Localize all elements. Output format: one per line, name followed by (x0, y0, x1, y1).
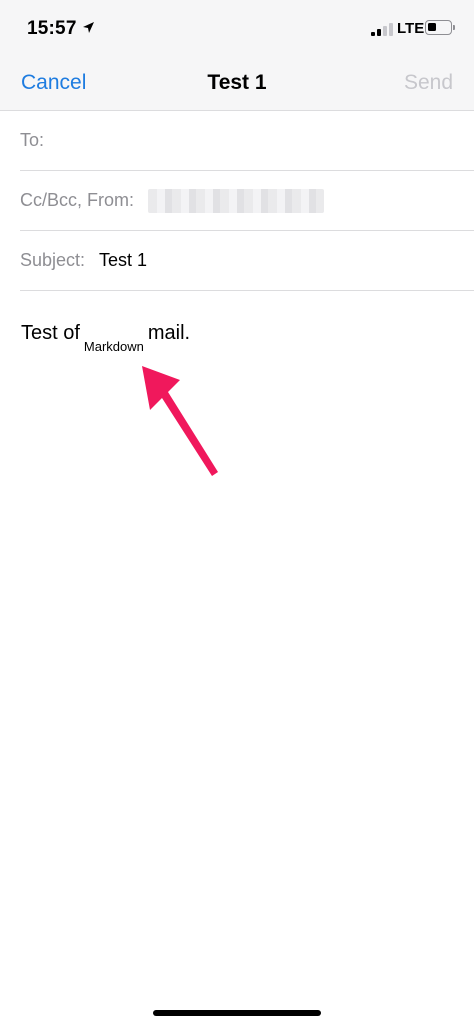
send-button[interactable]: Send (404, 71, 453, 95)
to-label: To: (20, 130, 45, 150)
message-body[interactable]: Test ofMarkdownmail. (21, 322, 190, 354)
location-arrow-icon (83, 22, 94, 33)
page-title: Test 1 (207, 71, 267, 94)
body-prefix: Test of (21, 322, 80, 344)
body-suffix: mail. (147, 322, 191, 344)
battery-icon (425, 20, 452, 35)
annotation-arrow-icon (142, 366, 218, 476)
home-indicator[interactable] (153, 1010, 321, 1016)
ccbcc-from-field[interactable]: Cc/Bcc, From: (20, 171, 474, 231)
to-field[interactable]: To: (20, 111, 474, 171)
body-subscript: Markdown (83, 339, 144, 354)
subject-field[interactable]: Subject: Test 1 (20, 231, 474, 291)
top-bar: 15:57 LTE Cancel Test 1 Send (0, 0, 474, 111)
status-time: 15:57 (27, 18, 77, 39)
subject-label: Subject: (20, 250, 86, 270)
battery-cap (453, 25, 455, 30)
ccbcc-from-label: Cc/Bcc, From: (20, 190, 135, 210)
network-type-label: LTE (397, 20, 425, 37)
cellular-signal-icon (371, 22, 393, 36)
battery-level (428, 23, 436, 31)
subject-input[interactable]: Test 1 (99, 250, 147, 271)
mail-compose-screen: 15:57 LTE Cancel Test 1 Send To: Cc/Bcc,… (0, 0, 474, 1026)
blurred-from-address (148, 189, 324, 213)
